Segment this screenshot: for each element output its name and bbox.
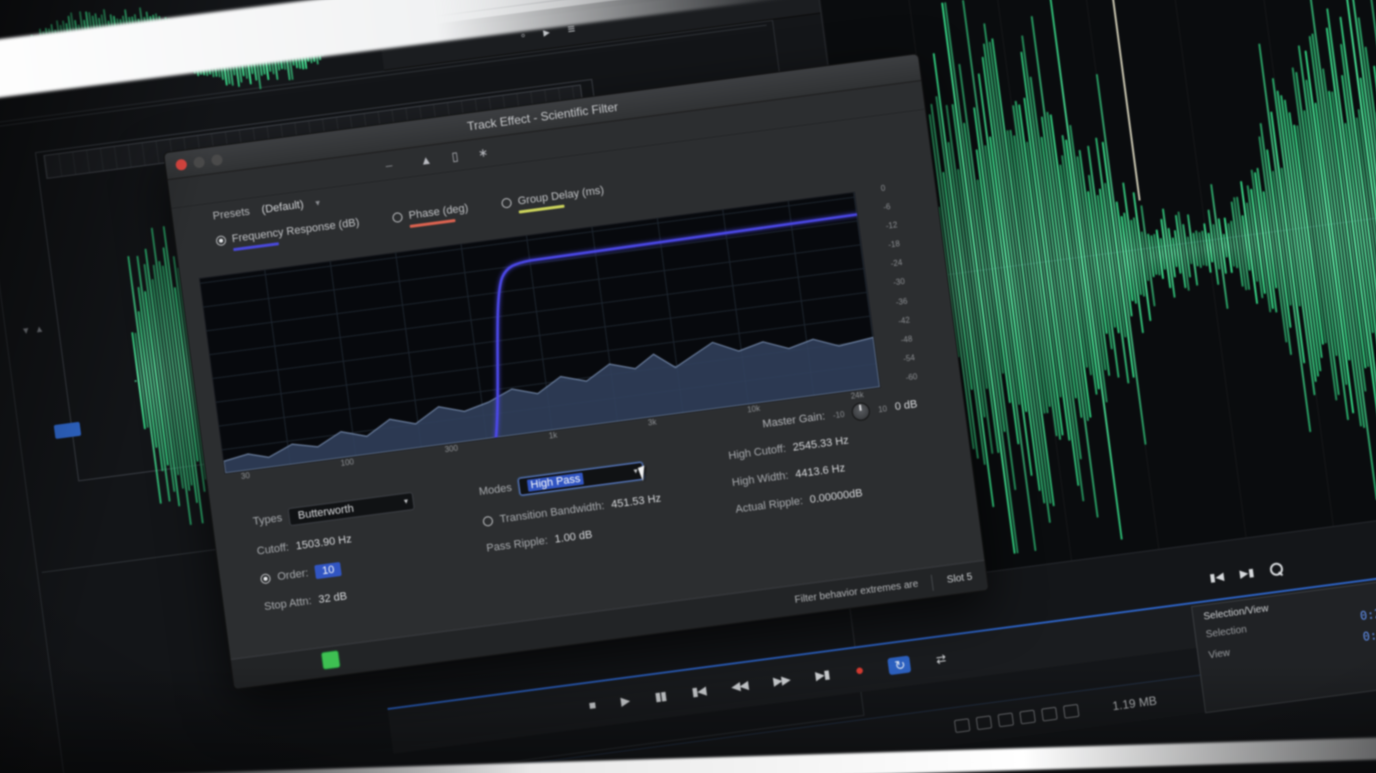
types-label: Types bbox=[252, 512, 283, 528]
types-value: Butterworth bbox=[297, 503, 354, 522]
master-gain-min: -10 bbox=[832, 409, 845, 419]
effect-power-toggle[interactable] bbox=[321, 650, 341, 670]
skip-selection-button[interactable]: ⇄ bbox=[935, 653, 946, 666]
pass-ripple-value[interactable]: 1.00 dB bbox=[554, 529, 593, 546]
order-radio[interactable] bbox=[260, 573, 271, 584]
magnifier-icon[interactable] bbox=[1269, 562, 1284, 577]
go-to-next-button[interactable]: ▶▮ bbox=[815, 668, 830, 682]
star-icon[interactable]: ∗ bbox=[477, 145, 489, 160]
zoom-horizontal-icon[interactable] bbox=[1063, 704, 1080, 719]
footer-divider bbox=[931, 574, 934, 590]
modes-value: High Pass bbox=[527, 473, 584, 492]
radio-icon bbox=[215, 235, 226, 246]
types-field: Types Butterworth ▾ bbox=[252, 492, 415, 531]
high-cutoff-value[interactable]: 2545.33 Hz bbox=[792, 435, 849, 454]
zoom-vertical-icon[interactable] bbox=[1041, 707, 1058, 722]
stop-attn-value[interactable]: 32 dB bbox=[318, 590, 348, 606]
selection-row-value[interactable]: 0:23.463 bbox=[1359, 602, 1376, 623]
master-gain-max: 10 bbox=[878, 404, 888, 414]
view-row-value[interactable]: 0:35.383 bbox=[1362, 623, 1376, 644]
db-axis-labels: 0-6-12-18-24-30-36-42-48-54-60 bbox=[880, 181, 932, 383]
radio-icon bbox=[501, 197, 512, 208]
pause-button[interactable]: ▮▮ bbox=[654, 690, 667, 703]
master-gain-label: Master Gain: bbox=[762, 410, 826, 430]
modes-dropdown[interactable]: High Pass ▾ bbox=[518, 462, 645, 496]
chevron-down-icon: ▾ bbox=[315, 197, 321, 208]
high-width-field: High Width: 4413.6 Hz bbox=[731, 460, 860, 489]
panel-icon[interactable]: ▯ bbox=[451, 149, 459, 164]
funnel-icon[interactable]: ▲ bbox=[419, 153, 433, 168]
actual-ripple-field: Actual Ripple: 0.00000dB bbox=[735, 487, 864, 516]
high-cutoff-field: High Cutoff: 2545.33 Hz bbox=[728, 434, 857, 463]
view-row-label: View bbox=[1208, 648, 1231, 665]
file-size: 1.19 MB bbox=[1111, 693, 1157, 713]
effect-slot-label: Slot 5 bbox=[946, 572, 973, 586]
cutoff-value[interactable]: 1503.90 Hz bbox=[295, 533, 352, 552]
order-label: Order: bbox=[277, 567, 309, 583]
master-gain-value[interactable]: 0 dB bbox=[894, 398, 918, 413]
preset-value[interactable]: (Default) bbox=[261, 199, 304, 216]
high-width-label: High Width: bbox=[731, 470, 789, 489]
modes-field: Modes High Pass ▾ bbox=[478, 460, 658, 501]
stop-button[interactable]: ■ bbox=[588, 699, 596, 712]
transition-bandwidth-label: Transition Bandwidth: bbox=[499, 500, 605, 526]
actual-ripple-label: Actual Ripple: bbox=[735, 495, 804, 516]
master-gain-knob[interactable] bbox=[851, 402, 871, 422]
pass-ripple-label: Pass Ripple: bbox=[486, 535, 549, 555]
play-button[interactable]: ▶ bbox=[620, 694, 630, 707]
chevron-down-icon: ▾ bbox=[403, 497, 408, 506]
selection-view-panel: Selection/View Selection 0:23.463 View 0… bbox=[1191, 576, 1376, 714]
rewind-button[interactable]: ◀◀ bbox=[730, 679, 748, 693]
order-value[interactable]: 10 bbox=[314, 562, 342, 579]
order-field: Order: 10 bbox=[260, 551, 423, 586]
laptop-screen: ◦ ▸ ≡ ↺ ↻ ▾▴ ■ ▶ ▮▮ ▮◀ bbox=[0, 0, 1376, 773]
footer-notice: Filter behavior extremes are bbox=[794, 579, 919, 606]
transition-bandwidth-radio[interactable] bbox=[482, 516, 493, 527]
presets-label: Presets bbox=[212, 206, 251, 223]
record-button[interactable]: ● bbox=[854, 662, 864, 678]
loop-button[interactable]: ↻ bbox=[888, 655, 912, 675]
transition-bandwidth-value[interactable]: 451.53 Hz bbox=[610, 493, 661, 511]
next-marker-icon[interactable]: ▶▮ bbox=[1239, 566, 1255, 581]
zoom-controls bbox=[954, 704, 1080, 733]
photo-frame: ◦ ▸ ≡ ↺ ↻ ▾▴ ■ ▶ ▮▮ ▮◀ bbox=[0, 0, 1376, 773]
stop-attn-label: Stop Attn: bbox=[263, 595, 312, 613]
cutoff-label: Cutoff: bbox=[256, 542, 290, 558]
collapse-icon[interactable]: – bbox=[385, 158, 393, 173]
zoom-out-icon[interactable] bbox=[976, 715, 993, 730]
scientific-filter-dialog: Track Effect - Scientific Filter – ▲ ▯ ∗… bbox=[163, 53, 989, 690]
zoom-in-icon[interactable] bbox=[954, 718, 971, 733]
prev-marker-icon[interactable]: ▮◀ bbox=[1209, 570, 1225, 585]
high-width-value[interactable]: 4413.6 Hz bbox=[795, 462, 846, 480]
go-to-previous-button[interactable]: ▮◀ bbox=[691, 684, 706, 698]
tab-group-delay[interactable]: Group Delay (ms) bbox=[501, 184, 605, 215]
fast-forward-button[interactable]: ▶▶ bbox=[773, 673, 791, 687]
pass-ripple-field: Pass Ripple: 1.00 dB bbox=[486, 519, 666, 554]
tab-label: Phase (deg) bbox=[408, 202, 469, 222]
tab-phase[interactable]: Phase (deg) bbox=[392, 202, 470, 230]
selection-panel-icons: ▮◀ ▶▮ bbox=[1209, 562, 1284, 585]
zoom-selection-icon[interactable] bbox=[998, 712, 1015, 727]
types-dropdown[interactable]: Butterworth ▾ bbox=[288, 492, 415, 526]
modes-label: Modes bbox=[478, 482, 512, 498]
stop-attn-field: Stop Attn: 32 dB bbox=[263, 580, 426, 613]
actual-ripple-value[interactable]: 0.00000dB bbox=[809, 487, 863, 506]
high-cutoff-label: High Cutoff: bbox=[728, 443, 787, 462]
selection-row-label: Selection bbox=[1205, 624, 1248, 643]
cutoff-field: Cutoff: 1503.90 Hz bbox=[256, 525, 419, 558]
radio-icon bbox=[392, 212, 403, 223]
zoom-full-icon[interactable] bbox=[1019, 710, 1036, 725]
